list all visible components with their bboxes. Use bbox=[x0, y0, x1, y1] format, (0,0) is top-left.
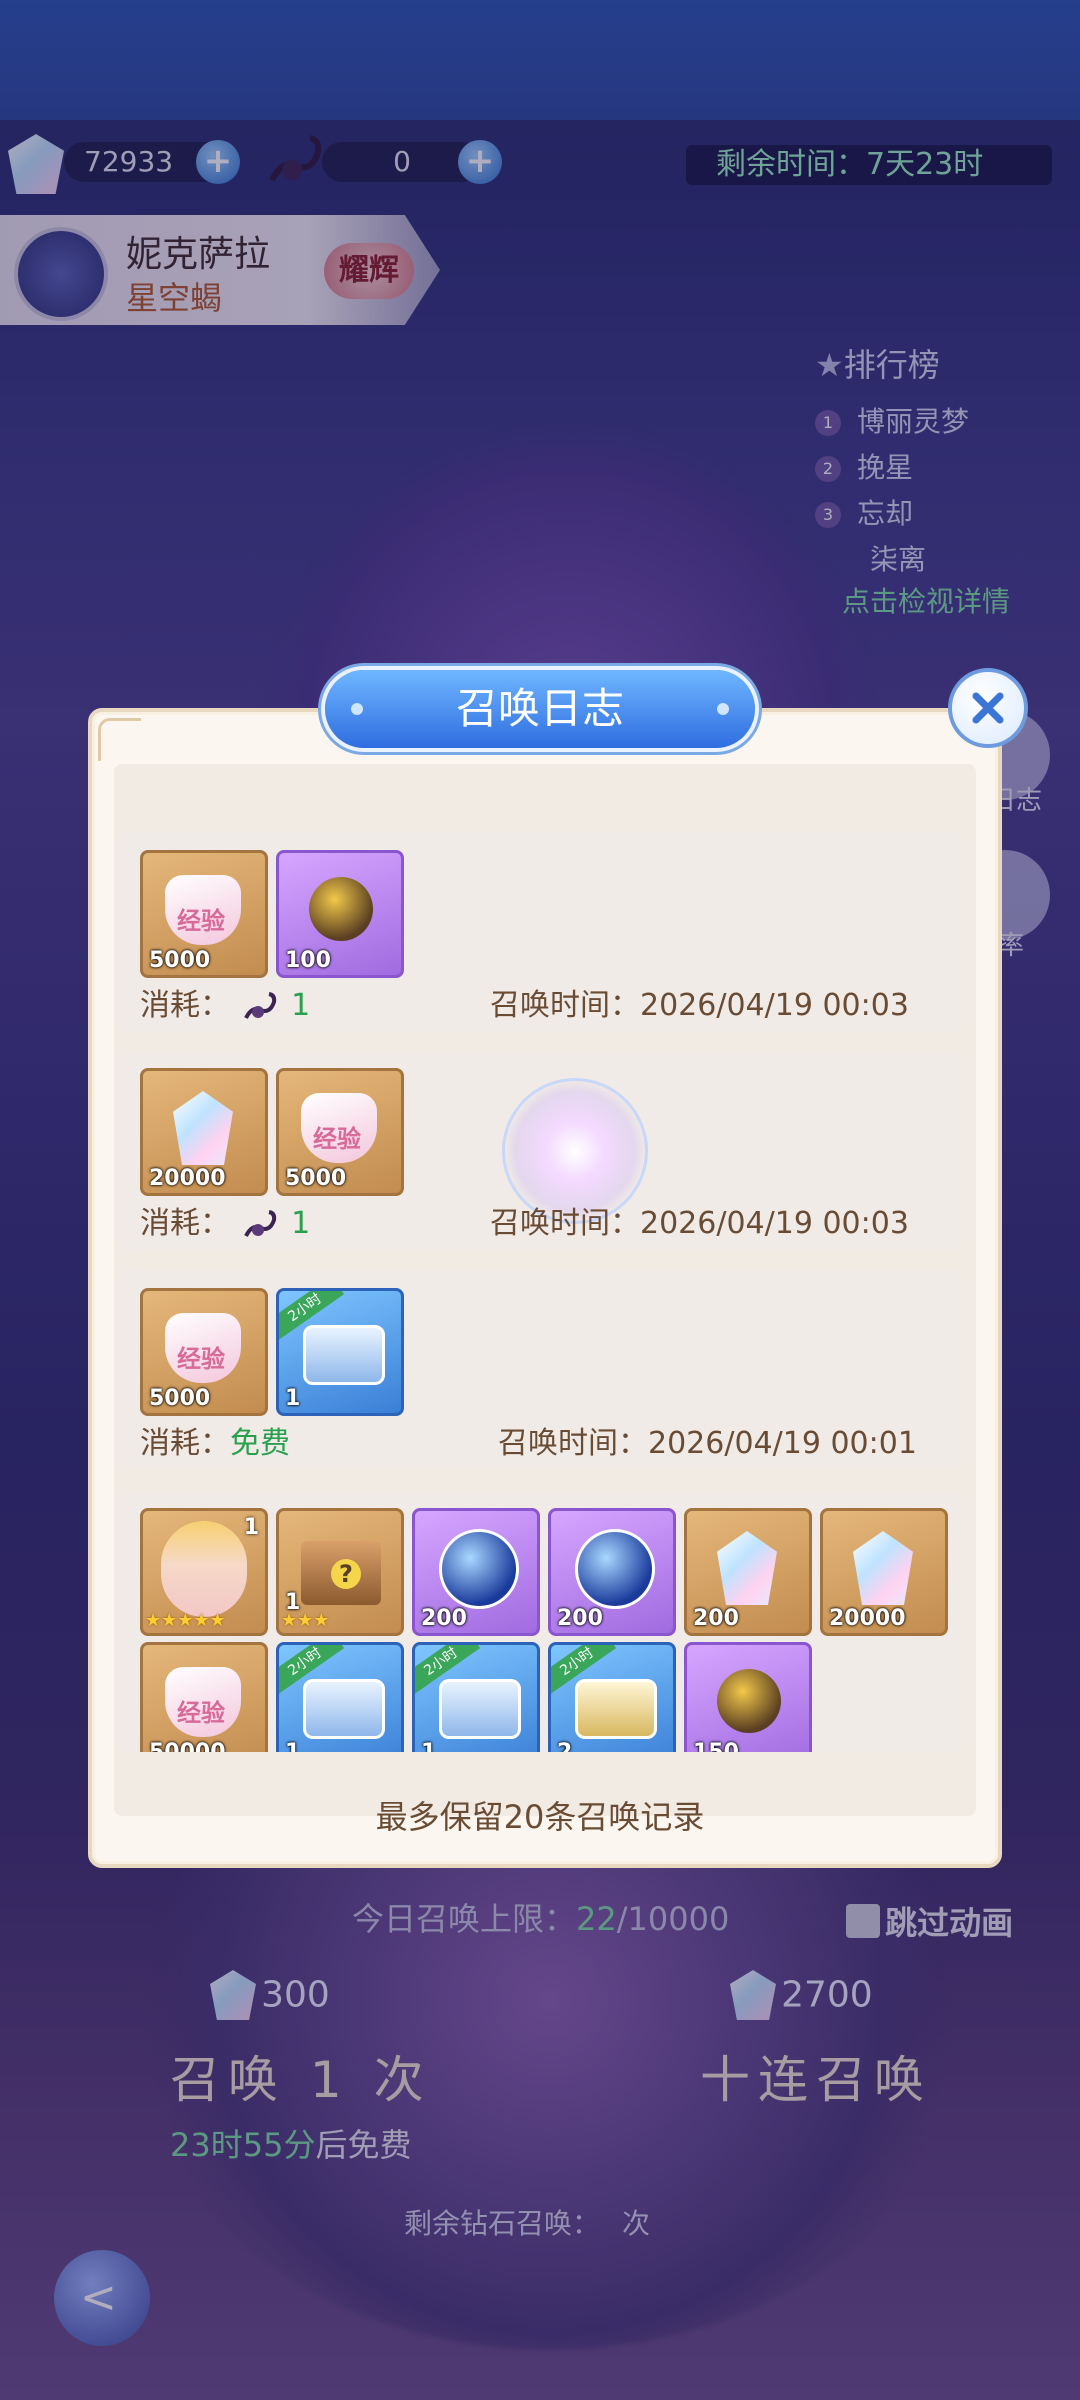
gold-chest-icon bbox=[575, 1679, 657, 1739]
cost-line: 消耗： 1 bbox=[140, 1206, 311, 1241]
scorpion-icon bbox=[243, 1209, 276, 1237]
question-mark-icon: ? bbox=[331, 1559, 361, 1589]
reward-item[interactable]: 2小时 1 bbox=[276, 1642, 404, 1752]
reward-item[interactable]: 经验 5000 bbox=[140, 1288, 268, 1416]
reward-item[interactable]: 200 bbox=[412, 1508, 540, 1636]
reward-item[interactable]: 经验 5000 bbox=[276, 1068, 404, 1196]
reward-item[interactable]: 100 bbox=[276, 850, 404, 978]
character-portrait-icon bbox=[161, 1521, 247, 1617]
summon-record: 经验 5000 2小时 1 消耗：免费 召唤时间：2026/04/19 00:0… bbox=[116, 1270, 962, 1470]
golden-egg-icon bbox=[309, 877, 373, 941]
reward-item[interactable]: 1 ★★★★★ bbox=[140, 1508, 268, 1636]
reward-item[interactable]: 经验 5000 bbox=[140, 850, 268, 978]
reward-item[interactable]: 2小时 1 bbox=[276, 1288, 404, 1416]
star-rating: ★★★★★ bbox=[145, 1610, 226, 1631]
treasure-chest-icon bbox=[439, 1679, 521, 1739]
crystal-icon bbox=[173, 1091, 233, 1165]
reward-item[interactable]: 经验 50000 bbox=[140, 1642, 268, 1752]
cost-line: 消耗： 1 bbox=[140, 988, 311, 1023]
treasure-chest-icon bbox=[303, 1325, 385, 1385]
corner-ornament bbox=[98, 718, 141, 761]
reward-item[interactable]: 200 bbox=[548, 1508, 676, 1636]
summon-time: 召唤时间：2026/04/19 00:03 bbox=[490, 988, 909, 1023]
summon-record: 20000 经验 5000 消耗： 1 召唤时间：2026/04/19 00:0… bbox=[116, 1050, 962, 1250]
star-rating: ★★★ bbox=[281, 1610, 330, 1631]
reward-item[interactable]: 150 bbox=[684, 1642, 812, 1752]
summon-time: 召唤时间：2026/04/19 00:03 bbox=[490, 1206, 909, 1241]
dialog-title: 召唤日志 bbox=[325, 670, 755, 748]
record-limit-note: 最多保留20条召唤记录 bbox=[375, 1798, 705, 1836]
crystal-icon bbox=[717, 1531, 777, 1605]
close-button[interactable] bbox=[948, 668, 1028, 748]
scorpion-icon bbox=[243, 991, 276, 1019]
blue-orb-icon bbox=[439, 1529, 519, 1609]
reward-item[interactable]: 2小时 2 bbox=[548, 1642, 676, 1752]
reward-item[interactable]: 20000 bbox=[140, 1068, 268, 1196]
reward-item[interactable]: 20000 bbox=[820, 1508, 948, 1636]
close-icon bbox=[972, 692, 1004, 724]
treasure-chest-icon bbox=[303, 1679, 385, 1739]
reward-item[interactable]: 200 bbox=[684, 1508, 812, 1636]
reward-item[interactable]: ? 1 ★★★ bbox=[276, 1508, 404, 1636]
summon-record: 1 ★★★★★ ? 1 ★★★ 200 200 200 20000 经验 500… bbox=[116, 1490, 962, 1752]
golden-egg-icon bbox=[717, 1669, 781, 1733]
crystal-icon bbox=[853, 1531, 913, 1605]
summon-record: 经验 5000 100 消耗： 1 召唤时间：2026/04/19 00:03 bbox=[116, 832, 962, 1032]
summon-time: 召唤时间：2026/04/19 00:01 bbox=[498, 1426, 917, 1461]
blue-orb-icon bbox=[575, 1529, 655, 1609]
cost-line: 消耗：免费 bbox=[140, 1426, 290, 1461]
reward-item[interactable]: 2小时 1 bbox=[412, 1642, 540, 1752]
